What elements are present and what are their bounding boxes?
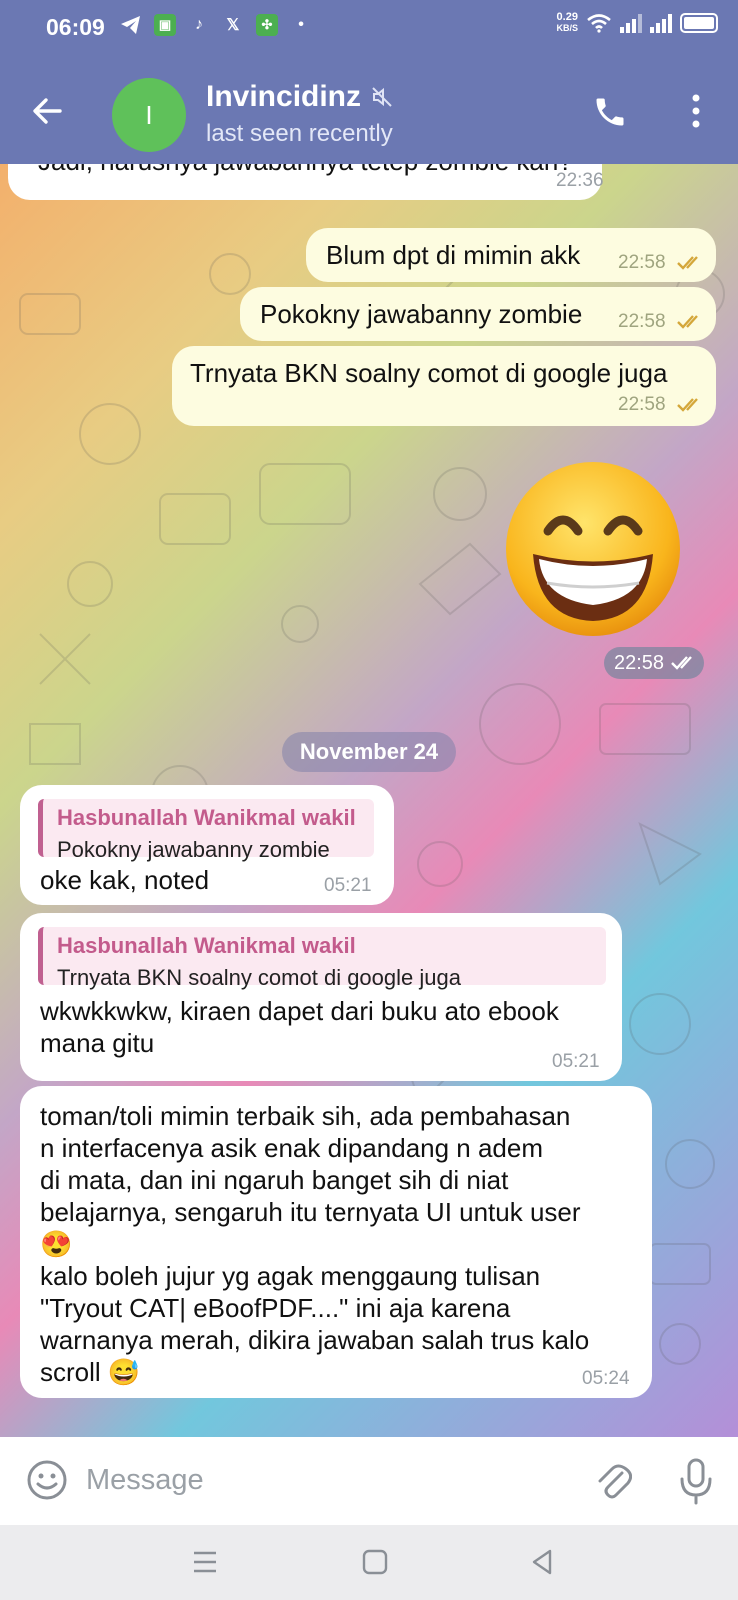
reply-text: Pokokny jawabanny zombie [57, 837, 330, 862]
message-line: toman/toli mimin terbaik sih, ada pembah… [40, 1101, 571, 1131]
message-line: "Tryout CAT| eBoofPDF...." ini aja karen… [40, 1293, 511, 1323]
messages-icon: ▣ [154, 14, 176, 36]
message-text: Jadi, harusnya jawabannya tetep zombie k… [38, 164, 573, 177]
reply-sender: Hasbunallah Wanikmal wakil [57, 933, 356, 958]
back-arrow-icon[interactable] [30, 94, 64, 128]
home-nav-icon[interactable] [360, 1547, 390, 1577]
battery-icon [680, 13, 718, 33]
x-icon: 𝕏 [226, 17, 240, 34]
chat-title[interactable]: Invincidinz [206, 80, 393, 114]
message-outgoing[interactable]: Trnyata BKN soalny comot di google juga … [172, 346, 716, 426]
message-line: 😍 [40, 1229, 73, 1259]
message-line: wkwkkwkw, kiraen dapet dari buku ato ebo… [40, 996, 559, 1026]
message-time: 05:24 [582, 1368, 630, 1389]
reply-text: Trnyata BKN soalny comot di google juga [57, 965, 461, 990]
message-time: 22:58 [618, 394, 666, 415]
signal-icon-2 [650, 13, 672, 33]
notification-icons: ▣ ♪ 𝕏 ✣ • [120, 14, 312, 36]
message-line: di mata, dan ini ngaruh banget sih di ni… [40, 1165, 509, 1195]
message-line: mana gitu [40, 1028, 155, 1058]
net-speed-unit: KB/S [556, 23, 578, 33]
tiktok-icon: ♪ [195, 16, 203, 33]
sticker-time-badge: 22:58 [604, 647, 704, 679]
reply-sender: Hasbunallah Wanikmal wakil [57, 805, 356, 830]
message-text: Pokokny jawabanny zombie [260, 299, 583, 329]
message-time: 05:21 [552, 1051, 600, 1072]
status-time: 06:09 [46, 14, 105, 40]
net-speed: 0.29 KB/S [556, 12, 578, 34]
message-text: toman/toli mimin terbaik sih, ada pembah… [40, 1100, 589, 1388]
message-line: warnanya merah, dikira jawaban salah tru… [40, 1325, 590, 1355]
message-composer [0, 1437, 738, 1525]
message-outgoing[interactable]: Pokokny jawabanny zombie 22:58 [240, 287, 716, 341]
reply-quote[interactable]: Hasbunallah Wanikmal wakil Trnyata BKN s… [38, 927, 606, 990]
emoji-icon[interactable] [26, 1459, 68, 1501]
message-text: Trnyata BKN soalny comot di google juga [190, 358, 668, 388]
microphone-icon[interactable] [678, 1457, 714, 1505]
date-separator: November 24 [282, 732, 456, 772]
chat-history[interactable]: Jadi, harusnya jawabannya tetep zombie k… [0, 164, 738, 1437]
telegram-icon [120, 14, 142, 36]
message-time: 05:21 [324, 875, 372, 896]
double-check-icon [671, 656, 692, 670]
message-line: scroll 😅 [40, 1357, 141, 1387]
message-line: n interfacenya asik enak dipandang n ade… [40, 1133, 544, 1163]
more-vertical-icon[interactable] [686, 92, 706, 130]
wifi-icon [587, 14, 611, 33]
double-check-icon [677, 256, 698, 270]
chat-header: I Invincidinz last seen recently [0, 56, 738, 164]
reply-quote[interactable]: Hasbunallah Wanikmal wakil Pokokny jawab… [38, 799, 374, 862]
more-notifications-icon: • [298, 16, 304, 33]
message-time: 22:36 [556, 170, 604, 191]
message-text: wkwkkwkw, kiraen dapet dari buku ato ebo… [40, 995, 559, 1059]
chat-name: Invincidinz [206, 80, 362, 113]
system-icons: 0.29 KB/S [556, 12, 718, 34]
message-line: belajarnya, sengaruh itu ternyata UI unt… [40, 1197, 581, 1227]
message-line: kalo boleh jujur yg agak menggaung tulis… [40, 1261, 541, 1291]
net-speed-value: 0.29 [556, 11, 578, 23]
status-bar: 06:09 ▣ ♪ 𝕏 ✣ • 0.29 KB/S [0, 0, 738, 56]
message-time: 22:58 [618, 252, 666, 273]
app-icon: ✣ [256, 14, 278, 36]
message-input[interactable] [86, 1457, 546, 1503]
muted-icon [372, 87, 392, 107]
double-check-icon [677, 398, 698, 412]
message-incoming[interactable]: Jadi, harusnya jawabannya tetep zombie k… [8, 164, 604, 200]
menu-nav-icon[interactable] [190, 1547, 220, 1577]
message-incoming[interactable]: Hasbunallah Wanikmal wakil Trnyata BKN s… [20, 913, 622, 1081]
double-check-icon [677, 315, 698, 329]
avatar-letter: I [145, 99, 153, 130]
message-incoming[interactable]: toman/toli mimin terbaik sih, ada pembah… [20, 1086, 652, 1398]
message-time: 22:58 [614, 651, 665, 674]
signal-icon-1 [620, 13, 642, 33]
message-text: Blum dpt di mimin akk [326, 240, 581, 270]
phone-icon[interactable] [592, 94, 628, 130]
chat-last-seen: last seen recently [206, 120, 393, 147]
paperclip-icon[interactable] [592, 1457, 632, 1503]
system-navigation-bar [0, 1525, 738, 1600]
avatar[interactable]: I [112, 78, 186, 152]
message-incoming[interactable]: Hasbunallah Wanikmal wakil Pokokny jawab… [20, 785, 394, 905]
message-text: oke kak, noted [40, 865, 210, 895]
back-nav-icon[interactable] [528, 1547, 558, 1577]
message-time: 22:58 [618, 311, 666, 332]
message-outgoing[interactable]: Blum dpt di mimin akk 22:58 [306, 228, 716, 282]
grinning-face-sticker[interactable] [503, 459, 683, 639]
